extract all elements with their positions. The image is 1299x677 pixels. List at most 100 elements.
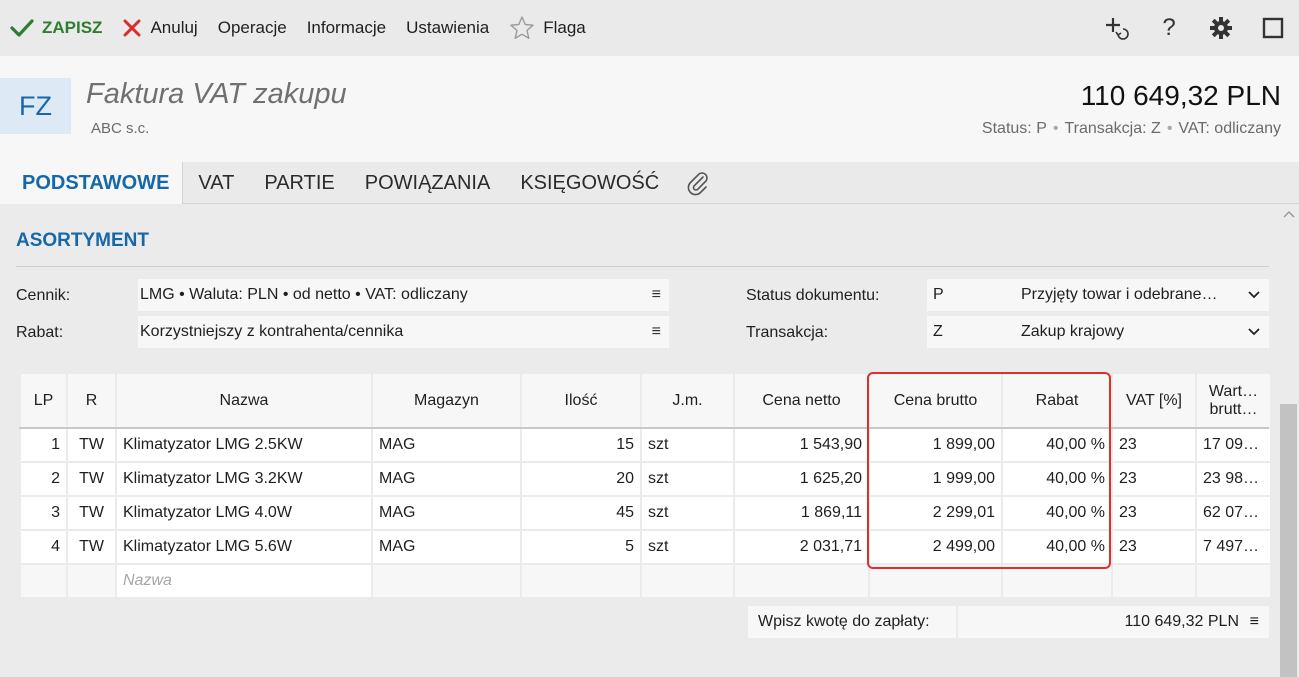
cell-vat[interactable]: 23	[1113, 429, 1195, 461]
cell-warehouse[interactable]: MAG	[373, 429, 520, 461]
cell-name[interactable]: Klimatyzator LMG 4.0W	[117, 497, 371, 529]
tab-vat[interactable]: VAT	[183, 162, 249, 204]
cell-gross-price[interactable]: 1 899,00	[870, 429, 1001, 461]
column-header-qty[interactable]: Ilość	[522, 374, 640, 427]
discount-field[interactable]: Korzystniejszy z kontrahenta/cennika ≡	[138, 316, 669, 348]
cell-gross-price[interactable]: 2 499,00	[870, 531, 1001, 563]
cell-qty[interactable]: 45	[522, 497, 640, 529]
cell-warehouse[interactable]: MAG	[373, 463, 520, 495]
cell-gross-price[interactable]: 2 299,01	[870, 497, 1001, 529]
cell-unit[interactable]: szt	[642, 497, 733, 529]
payment-amount-field[interactable]: 110 649,32 PLN ≡	[958, 606, 1269, 638]
cell-warehouse[interactable]	[373, 565, 520, 597]
vertical-scrollbar[interactable]	[1279, 204, 1299, 677]
cell-warehouse[interactable]: MAG	[373, 497, 520, 529]
maximize-button[interactable]	[1247, 0, 1299, 56]
cell-warehouse[interactable]: MAG	[373, 531, 520, 563]
table-row[interactable]: 3 TW Klimatyzator LMG 4.0W MAG 45 szt 1 …	[21, 497, 1270, 529]
cell-vat[interactable]: 23	[1113, 497, 1195, 529]
cell-unit[interactable]: szt	[642, 429, 733, 461]
column-header-unit[interactable]: J.m.	[642, 374, 733, 427]
cell-r[interactable]: TW	[68, 531, 115, 563]
information-menu[interactable]: Informacje	[307, 0, 386, 56]
table-row[interactable]: 4 TW Klimatyzator LMG 5.6W MAG 5 szt 2 0…	[21, 531, 1270, 563]
cell-gross-value[interactable]: 23 98…	[1197, 463, 1270, 495]
transaction-select[interactable]: Z Zakup krajowy	[927, 316, 1269, 348]
column-header-discount[interactable]: Rabat	[1003, 374, 1111, 427]
cell-net-price[interactable]: 1 543,90	[735, 429, 868, 461]
flag-button[interactable]: Flaga	[509, 0, 586, 56]
pricelist-field[interactable]: LMG • Waluta: PLN • od netto • VAT: odli…	[138, 279, 669, 311]
operations-menu[interactable]: Operacje	[218, 0, 287, 56]
cell-discount[interactable]: 40,00 %	[1003, 497, 1111, 529]
new-row[interactable]: Nazwa	[21, 565, 1270, 597]
settings-menu[interactable]: Ustawienia	[406, 0, 489, 56]
cell-gross-value[interactable]	[1197, 565, 1270, 597]
new-item-name-input[interactable]: Nazwa	[117, 565, 371, 597]
settings-gear-button[interactable]	[1195, 0, 1247, 56]
save-label: ZAPISZ	[42, 18, 103, 37]
column-header-vat[interactable]: VAT [%]	[1113, 374, 1195, 427]
cell-lp[interactable]: 4	[21, 531, 66, 563]
checkmark-icon	[10, 19, 34, 37]
cell-unit[interactable]: szt	[642, 531, 733, 563]
column-header-net-price[interactable]: Cena netto	[735, 374, 868, 427]
tab-partie[interactable]: PARTIE	[249, 162, 349, 204]
column-header-warehouse[interactable]: Magazyn	[373, 374, 520, 427]
cell-vat[interactable]: 23	[1113, 531, 1195, 563]
cell-qty[interactable]	[522, 565, 640, 597]
tab-powiazania[interactable]: POWIĄZANIA	[350, 162, 506, 204]
cell-discount[interactable]: 40,00 %	[1003, 531, 1111, 563]
cell-r[interactable]: TW	[68, 463, 115, 495]
cell-gross-price[interactable]	[870, 565, 1001, 597]
cancel-button[interactable]: Anuluj	[122, 0, 198, 56]
document-status-select[interactable]: P Przyjęty towar i odebrane…	[927, 279, 1269, 311]
column-header-r[interactable]: R	[68, 374, 115, 427]
cell-vat[interactable]	[1113, 565, 1195, 597]
help-button[interactable]: ?	[1143, 0, 1195, 56]
save-button[interactable]: ZAPISZ	[10, 0, 102, 56]
scroll-up-icon[interactable]	[1283, 210, 1295, 220]
cell-name[interactable]: Klimatyzator LMG 3.2KW	[117, 463, 371, 495]
cell-unit[interactable]	[642, 565, 733, 597]
tab-podstawowe[interactable]: PODSTAWOWE	[0, 162, 184, 205]
cell-r[interactable]: TW	[68, 429, 115, 461]
cell-lp[interactable]: 3	[21, 497, 66, 529]
cell-net-price[interactable]: 1 625,20	[735, 463, 868, 495]
cell-vat[interactable]: 23	[1113, 463, 1195, 495]
cell-lp[interactable]: 1	[21, 429, 66, 461]
menu-icon[interactable]: ≡	[652, 323, 661, 341]
cell-discount[interactable]: 40,00 %	[1003, 429, 1111, 461]
cell-unit[interactable]: szt	[642, 463, 733, 495]
tab-ksiegowosc[interactable]: KSIĘGOWOŚĆ	[505, 162, 674, 204]
column-header-lp[interactable]: LP	[21, 374, 66, 427]
cell-gross-value[interactable]: 17 09…	[1197, 429, 1270, 461]
cell-discount[interactable]	[1003, 565, 1111, 597]
table-row[interactable]: 2 TW Klimatyzator LMG 3.2KW MAG 20 szt 1…	[21, 463, 1270, 495]
cell-qty[interactable]: 5	[522, 531, 640, 563]
cell-gross-value[interactable]: 7 497…	[1197, 531, 1270, 563]
tab-attachments[interactable]	[674, 162, 722, 204]
cell-net-price[interactable]: 1 869,11	[735, 497, 868, 529]
menu-icon[interactable]: ≡	[1250, 613, 1259, 631]
cell-r[interactable]	[68, 565, 115, 597]
column-header-gross-price[interactable]: Cena brutto	[870, 374, 1001, 427]
scrollbar-thumb[interactable]	[1280, 404, 1297, 677]
cell-lp[interactable]: 2	[21, 463, 66, 495]
cell-net-price[interactable]	[735, 565, 868, 597]
cell-discount[interactable]: 40,00 %	[1003, 463, 1111, 495]
cell-gross-price[interactable]: 1 999,00	[870, 463, 1001, 495]
cell-qty[interactable]: 20	[522, 463, 640, 495]
column-header-gross-value[interactable]: Wart… brutt…	[1197, 374, 1270, 427]
cell-qty[interactable]: 15	[522, 429, 640, 461]
column-header-name[interactable]: Nazwa	[117, 374, 371, 427]
menu-icon[interactable]: ≡	[652, 286, 661, 304]
cell-lp[interactable]	[21, 565, 66, 597]
add-refresh-button[interactable]	[1091, 0, 1143, 56]
cell-r[interactable]: TW	[68, 497, 115, 529]
cell-name[interactable]: Klimatyzator LMG 2.5KW	[117, 429, 371, 461]
cell-name[interactable]: Klimatyzator LMG 5.6W	[117, 531, 371, 563]
table-row[interactable]: 1 TW Klimatyzator LMG 2.5KW MAG 15 szt 1…	[21, 429, 1270, 461]
cell-gross-value[interactable]: 62 07…	[1197, 497, 1270, 529]
cell-net-price[interactable]: 2 031,71	[735, 531, 868, 563]
